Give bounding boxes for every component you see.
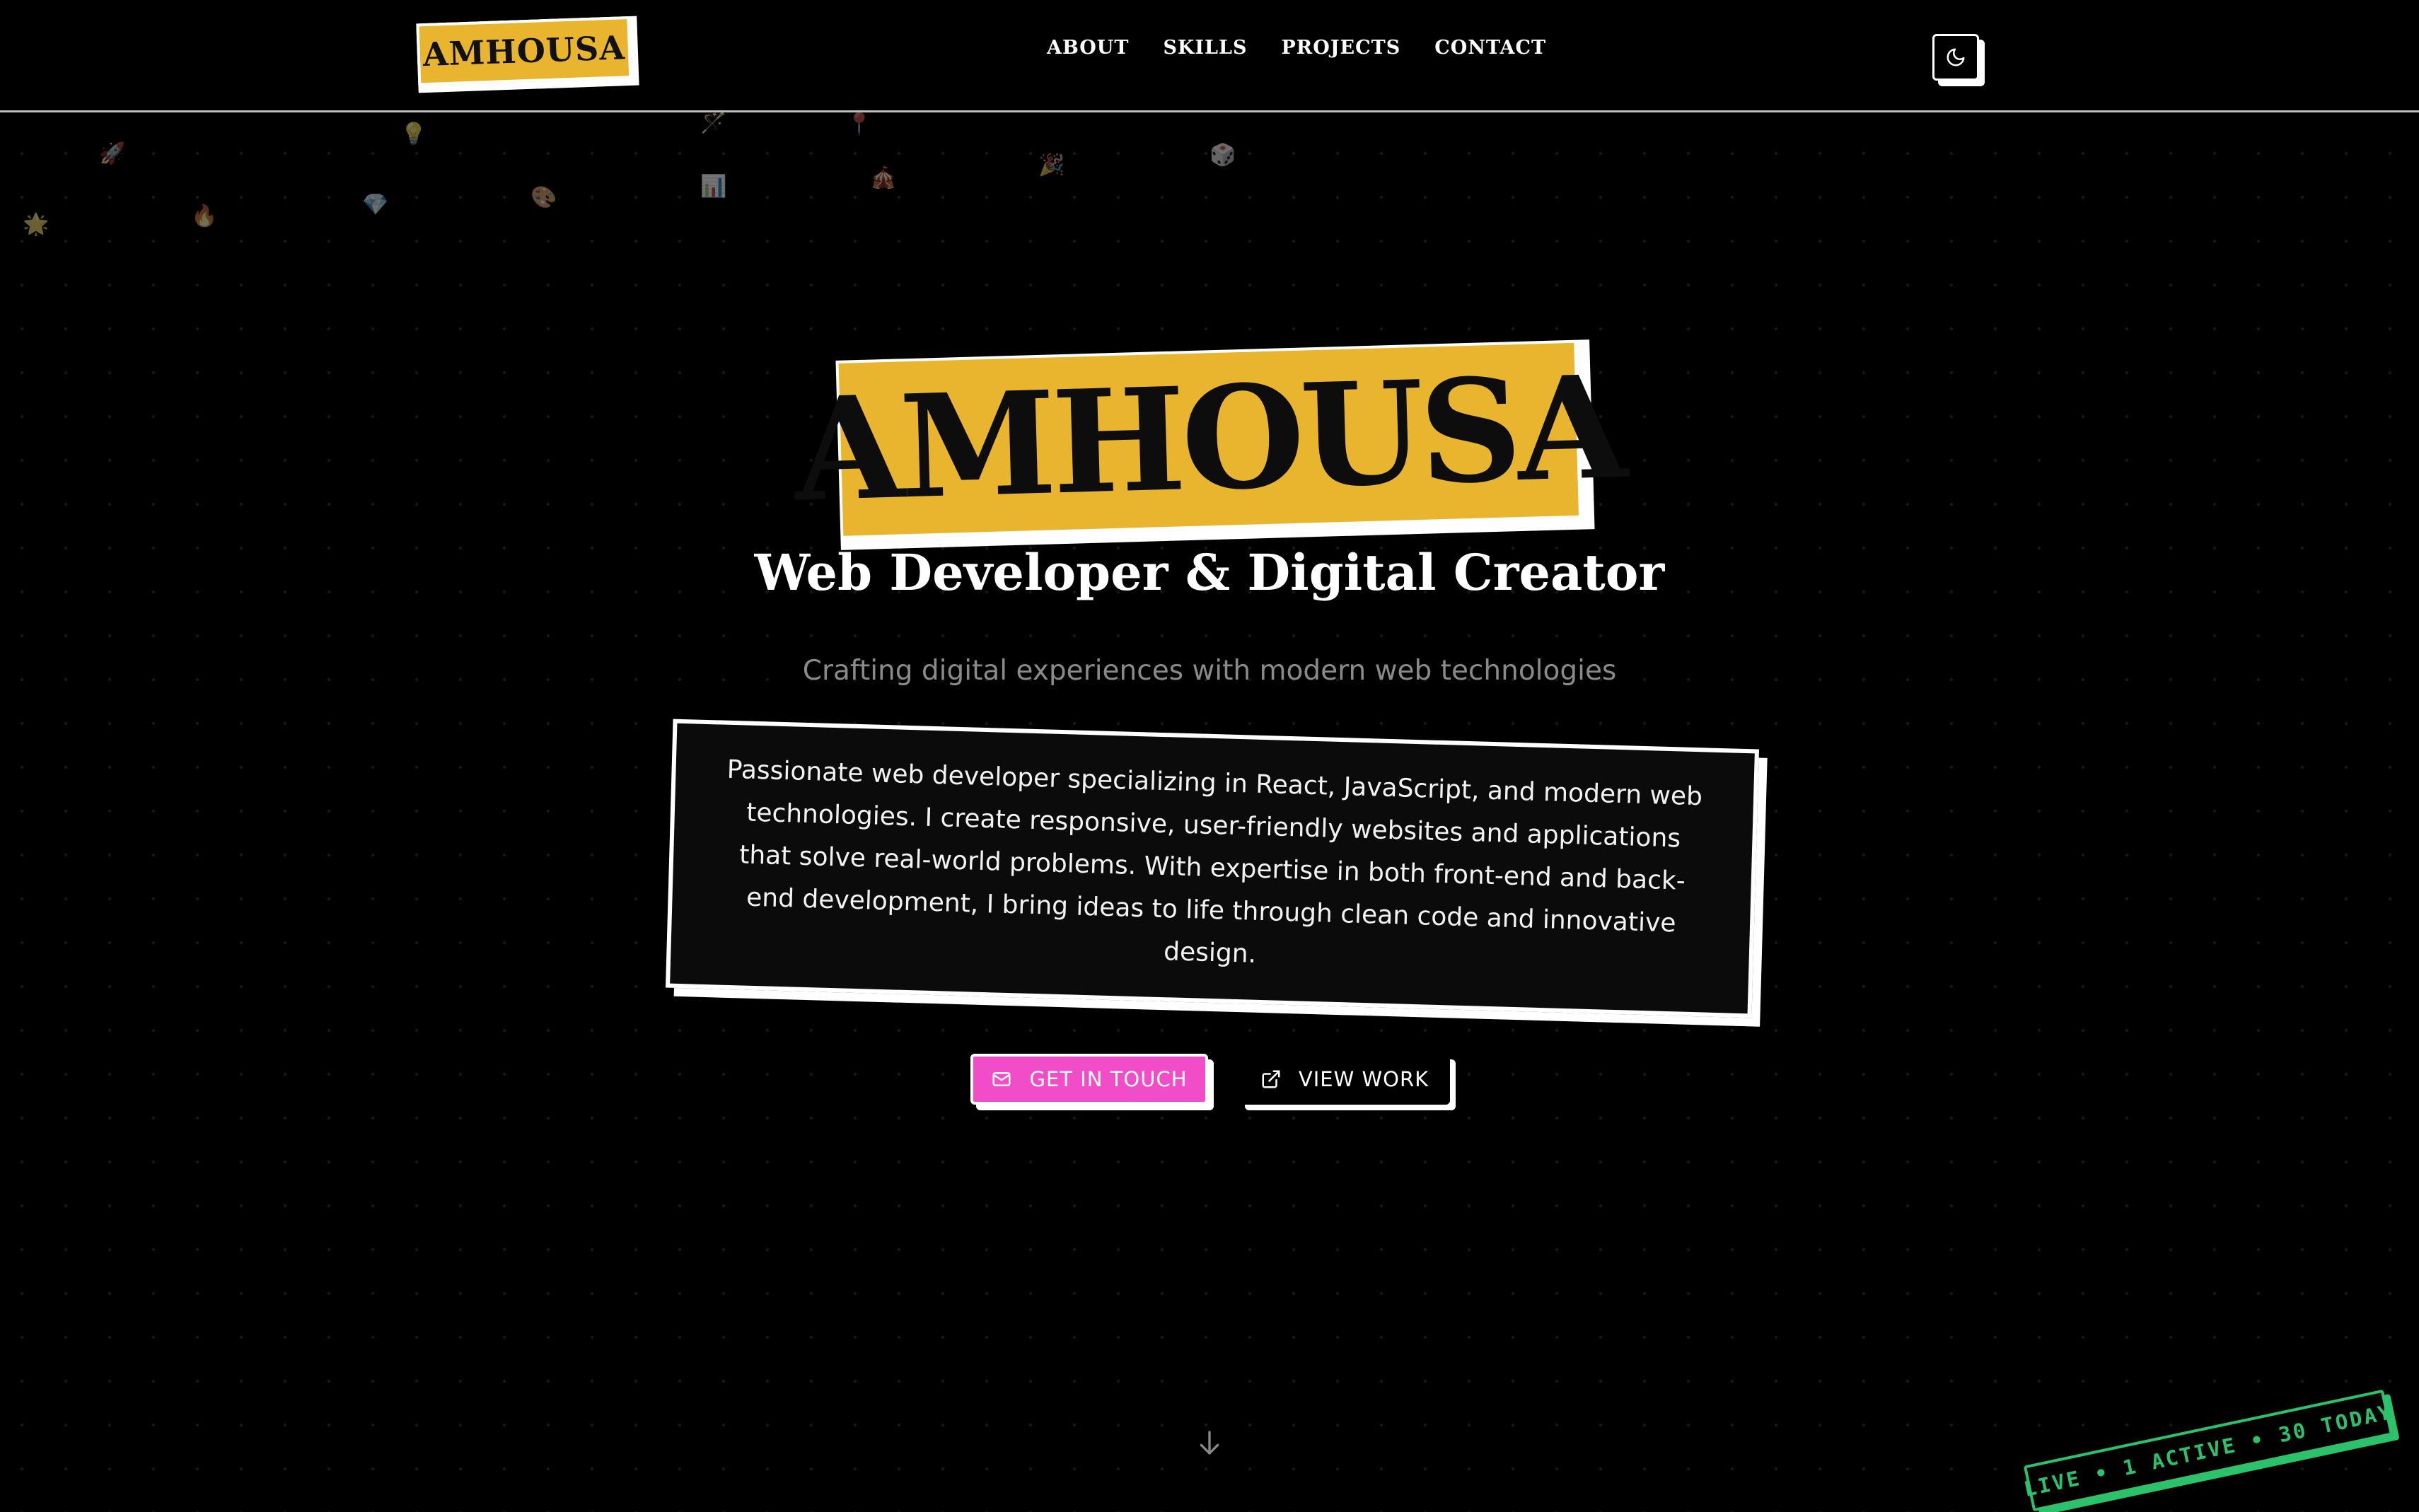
nav-projects[interactable]: PROJECTS bbox=[1282, 37, 1401, 59]
fire-icon: 🔥 bbox=[191, 204, 218, 228]
hero-subtitle: Web Developer & Digital Creator bbox=[754, 543, 1665, 602]
bio-card: Passionate web developer specializing in… bbox=[665, 719, 1760, 1018]
header-logo[interactable]: AMHOUSA bbox=[416, 16, 639, 93]
live-visitors-badge: LIVE • 1 ACTIVE • 30 TODAY bbox=[2021, 1389, 2395, 1512]
view-work-button[interactable]: VIEW WORK bbox=[1239, 1054, 1450, 1105]
main-nav: ABOUT SKILLS PROJECTS CONTACT bbox=[1047, 37, 1546, 59]
hero-logo: AMHOUSA bbox=[792, 339, 1625, 550]
palette-icon: 🎨 bbox=[530, 185, 557, 210]
dice-icon: 🎲 bbox=[1210, 143, 1236, 168]
get-in-touch-button[interactable]: GET IN TOUCH bbox=[970, 1054, 1208, 1105]
bio-text: Passionate web developer specializing in… bbox=[726, 755, 1703, 969]
bulb-icon: 💡 bbox=[400, 122, 427, 146]
get-in-touch-label: GET IN TOUCH bbox=[1029, 1067, 1188, 1091]
nav-contact[interactable]: CONTACT bbox=[1434, 37, 1546, 59]
pin-icon: 📍 bbox=[846, 112, 873, 136]
lightning-icon: ⚡ bbox=[252, 133, 267, 158]
hero-logo-text: AMHOUSA bbox=[791, 344, 1625, 534]
scroll-down-arrow-icon[interactable] bbox=[1195, 1427, 1224, 1458]
header-logo-text: AMHOUSA bbox=[422, 28, 626, 74]
gem-icon: 💎 bbox=[362, 192, 389, 217]
external-link-icon bbox=[1262, 1070, 1280, 1088]
party-popper-icon: 🎉 bbox=[1038, 153, 1065, 178]
mail-icon bbox=[992, 1072, 1011, 1086]
view-work-label: VIEW WORK bbox=[1298, 1067, 1429, 1091]
moon-icon bbox=[1947, 48, 1965, 66]
header-logo-plate: AMHOUSA bbox=[416, 16, 632, 86]
chart-icon: 📊 bbox=[700, 174, 727, 199]
theme-toggle-button[interactable] bbox=[1932, 34, 1979, 81]
nav-skills[interactable]: SKILLS bbox=[1163, 37, 1247, 59]
wand-icon: 🪄 bbox=[700, 110, 727, 135]
computer-icon: 🖥 bbox=[552, 115, 579, 139]
rocket-icon: 🚀 bbox=[99, 141, 126, 166]
star-icon: 🌟 bbox=[23, 212, 50, 237]
hero-tagline: Crafting digital experiences with modern… bbox=[802, 655, 1617, 687]
hero-logo-plate: AMHOUSA bbox=[792, 342, 1625, 536]
circus-tent-icon: 🎪 bbox=[870, 165, 897, 190]
nav-about[interactable]: ABOUT bbox=[1047, 37, 1129, 59]
site-header: AMHOUSA ABOUT SKILLS PROJECTS CONTACT bbox=[0, 0, 2419, 112]
